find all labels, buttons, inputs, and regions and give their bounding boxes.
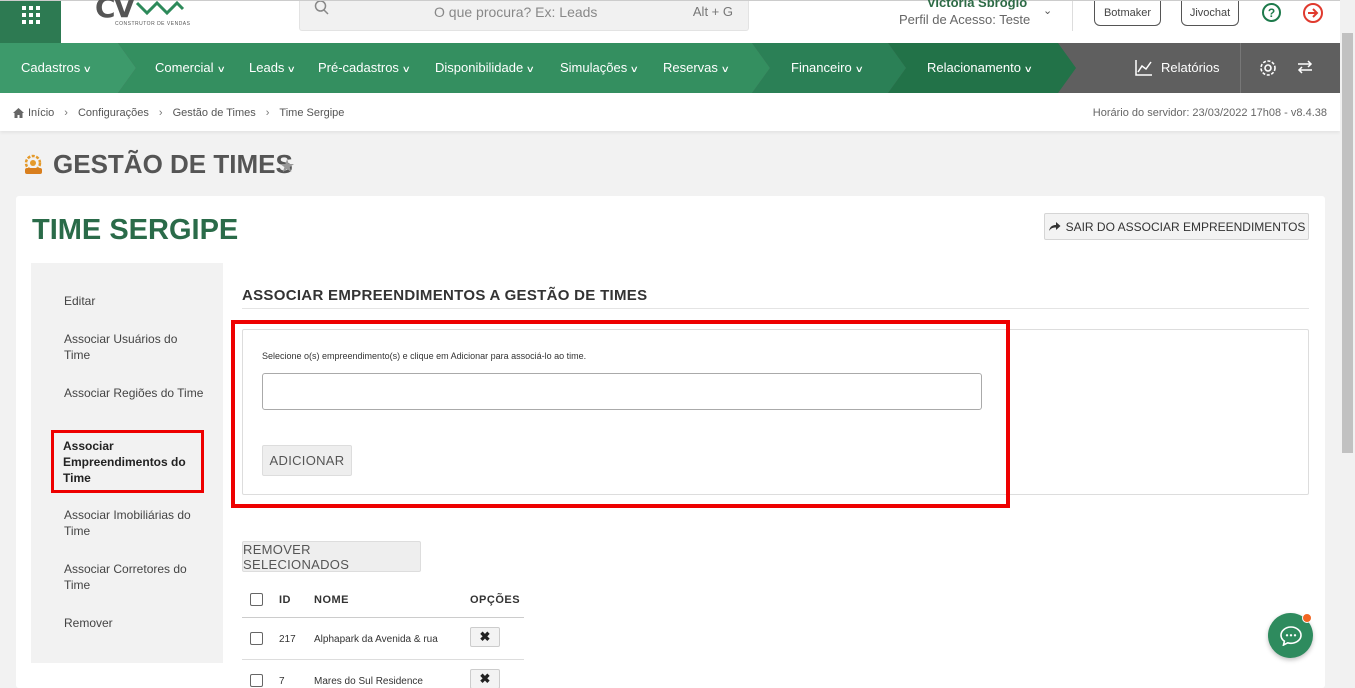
remove-selected-button[interactable]: REMOVER SELECIONADOS [242,541,421,572]
page-title: GESTÃO DE TIMES [53,149,293,179]
column-options: OPÇÕES [470,594,521,606]
main-panel: TIME SERGIPE SAIR DO ASSOCIAR EMPREENDIM… [16,196,1325,688]
chevron-down-icon: ∨ [216,64,226,74]
side-item-editar[interactable]: Editar [64,293,204,309]
global-search[interactable]: O que procura? Ex: Leads Alt + G [299,1,749,31]
gear-icon[interactable] [1258,58,1278,78]
highlight-frame [51,430,204,493]
chevron-down-icon: ∨ [720,64,730,74]
side-item-corretores[interactable]: Associar Corretores do Time [64,561,204,593]
nav-reservas[interactable]: Reservas ∨ [663,60,730,75]
logo-subtitle: CONSTRUTOR DE VENDAS [115,21,191,27]
chevron-down-icon: ∨ [1023,64,1033,74]
breadcrumb-configuracoes[interactable]: Configurações [78,107,149,119]
nav-cadastros[interactable]: Cadastros ∨ [21,60,93,75]
chevron-down-icon: ∨ [401,64,411,74]
share-arrow-icon [1048,222,1061,231]
column-name: NOME [314,594,349,606]
search-placeholder: O que procura? Ex: Leads [434,4,598,20]
main-navbar: Cadastros ∨ Comercial ∨ Leads ∨ Pré-cadastr… [0,43,1340,93]
row-name: Mares do Sul Residence [314,676,423,687]
close-icon: ✖ [479,671,491,686]
top-header: CV CONSTRUTOR DE VENDAS O que procura? E… [0,0,1340,44]
breadcrumb: Início › Configurações › Gestão de Times… [13,107,344,119]
divider [1240,43,1241,93]
nav-pre-cadastros[interactable]: Pré-cadastros ∨ [318,60,411,75]
chevron-down-icon: ∨ [82,64,93,74]
divider [242,308,1309,309]
delete-row-button[interactable]: ✖ [470,669,500,688]
team-title: TIME SERGIPE [32,214,239,246]
row-name: Alphapark da Avenida & rua [314,634,438,645]
star-icon[interactable]: ★ [279,156,295,177]
side-item-usuarios[interactable]: Associar Usuários do Time [64,331,204,363]
chart-line-icon [1135,60,1152,76]
section-title: ASSOCIAR EMPREENDIMENTOS A GESTÃO DE TIM… [242,287,648,304]
breadcrumb-bar: Início › Configurações › Gestão de Times… [0,93,1340,131]
chat-icon [1279,625,1302,646]
side-item-remover[interactable]: Remover [64,615,204,631]
help-icon[interactable]: ? [1262,3,1281,22]
table-header: ID NOME OPÇÕES [242,585,524,618]
row-id: 217 [279,634,296,645]
search-icon [314,1,329,15]
select-all-checkbox[interactable] [250,593,263,606]
user-profile[interactable]: Perfil de Acesso: Teste [899,12,1030,27]
divider [1072,1,1073,31]
chevron-right-icon: › [158,107,163,119]
side-item-imobiliarias[interactable]: Associar Imobiliárias do Time [64,507,204,539]
jivochat-button[interactable]: Jivochat [1181,1,1239,26]
exit-associate-label: SAIR DO ASSOCIAR EMPREENDIMENTOS [1065,219,1306,234]
home-icon [13,108,24,118]
botmaker-button[interactable]: Botmaker [1094,1,1161,26]
chevron-down-icon[interactable]: ⌄ [1043,4,1052,17]
nav-financeiro[interactable]: Financeiro ∨ [791,60,864,75]
nav-simulacoes[interactable]: Simulações ∨ [560,60,640,75]
chevron-down-icon: ∨ [629,64,640,74]
notification-dot [1302,613,1312,623]
side-menu: Editar Associar Usuários do Time Associa… [31,263,223,663]
highlight-frame [231,320,1010,508]
table-row: 217 Alphapark da Avenida & rua ✖ [242,618,524,660]
logo-mark-icon [135,1,185,16]
chevron-right-icon: › [265,107,270,119]
nav-relatorios[interactable]: Relatórios [1161,60,1220,75]
logout-icon[interactable] [1302,2,1324,24]
logo[interactable]: CV CONSTRUTOR DE VENDAS [95,0,195,37]
nav-disponibilidade[interactable]: Disponibilidade ∨ [435,60,536,75]
exit-associate-button[interactable]: SAIR DO ASSOCIAR EMPREENDIMENTOS [1044,213,1309,240]
nav-comercial[interactable]: Comercial ∨ [155,60,226,75]
delete-row-button[interactable]: ✖ [470,627,500,647]
breadcrumb-time-sergipe: Time Sergipe [279,107,345,119]
nav-leads[interactable]: Leads ∨ [249,60,297,75]
row-checkbox[interactable] [250,674,263,687]
scrollbar-thumb[interactable] [1342,33,1353,453]
breadcrumb-gestao-de-times[interactable]: Gestão de Times [173,107,256,119]
table-row: 7 Mares do Sul Residence ✖ [242,660,524,688]
chevron-right-icon: › [64,107,68,119]
side-item-regioes[interactable]: Associar Regiões do Time [64,385,204,401]
team-settings-icon [24,154,42,174]
close-icon: ✖ [479,629,491,644]
row-checkbox[interactable] [250,632,263,645]
search-shortcut: Alt + G [692,4,733,19]
user-name[interactable]: Victoria Sbrogio [927,0,1027,10]
chevron-down-icon: ∨ [854,64,864,74]
row-id: 7 [279,676,285,687]
chevron-down-icon: ∨ [287,64,297,74]
nav-relacionamento[interactable]: Relacionamento ∨ [927,60,1033,75]
breadcrumb-inicio[interactable]: Início [28,107,54,119]
grid-icon [21,5,40,24]
apps-menu-button[interactable] [0,1,61,44]
chevron-down-icon: ∨ [525,64,536,74]
column-id: ID [279,594,291,606]
swap-icon[interactable] [1296,58,1314,76]
page-scrollbar[interactable] [1340,0,1355,688]
server-time: Horário do servidor: 23/03/2022 17h08 - … [1092,107,1327,119]
